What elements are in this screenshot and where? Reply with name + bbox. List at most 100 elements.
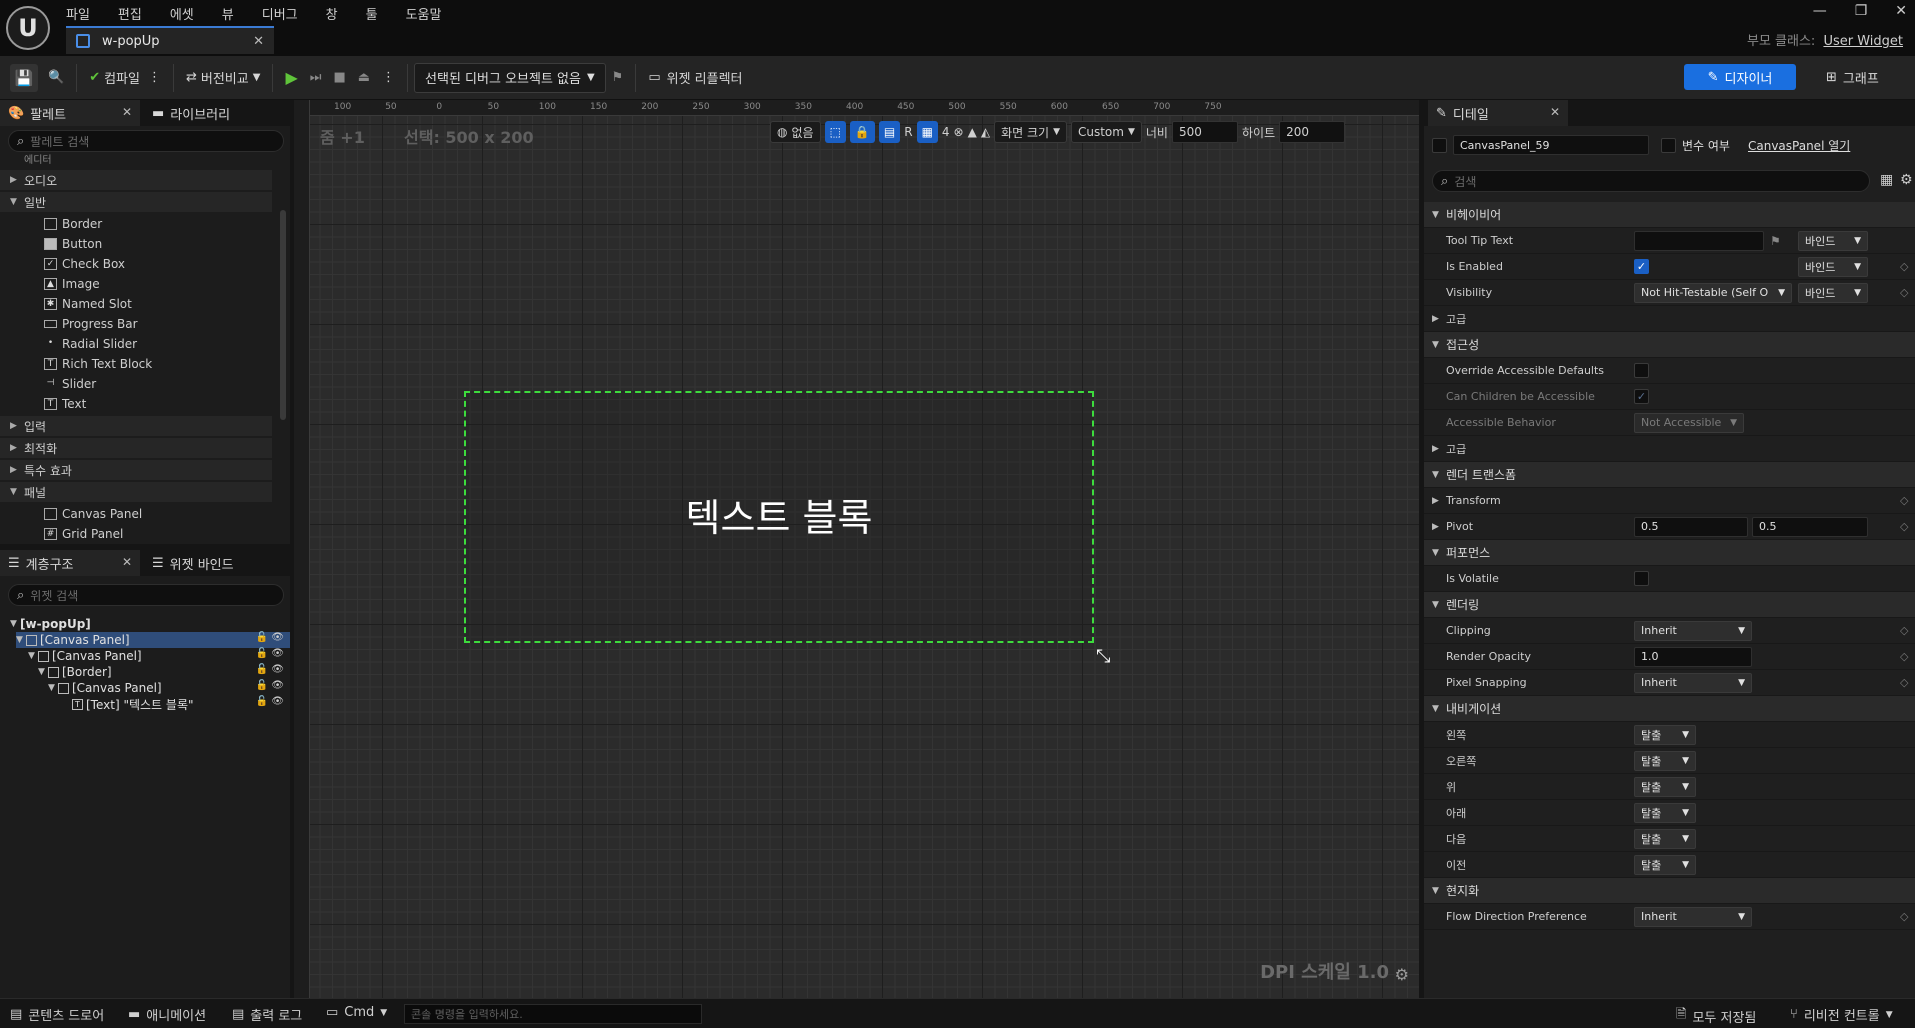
bind-dropdown[interactable]: 바인드 ▼ (1798, 256, 1868, 277)
pixel-snapping-dropdown[interactable]: Inherit ▼ (1634, 672, 1752, 693)
width-input[interactable]: 500 (1171, 121, 1238, 143)
close-icon[interactable]: ✕ (122, 105, 132, 119)
minimize-icon[interactable]: — (1813, 3, 1827, 19)
hierarchy-search-input[interactable]: ⌕ 위젯 검색 (8, 584, 284, 606)
keyframe-diamond-icon[interactable]: ◇ (1900, 624, 1908, 637)
palette-item-rich-text-block[interactable]: T Rich Text Block (44, 354, 152, 374)
restore-icon[interactable]: ❐ (1855, 3, 1868, 19)
palette-item-canvas-panel[interactable]: Canvas Panel (44, 504, 142, 524)
image-preview-icon[interactable]: ▲ (968, 121, 977, 143)
cmd-dropdown[interactable]: ▭ Cmd ▼ (326, 1005, 387, 1020)
category-common[interactable]: ▼ 일반 (0, 192, 272, 212)
tree-item-root[interactable]: ▼ [w-popUp] (10, 616, 290, 632)
is-volatile-checkbox[interactable] (1634, 571, 1649, 586)
flag-icon[interactable]: ⚑ (1770, 234, 1781, 248)
play-options-icon[interactable]: ⋮ (376, 63, 401, 93)
grid-count[interactable]: 4 (942, 121, 950, 143)
menu-asset[interactable]: 에셋 (170, 4, 194, 23)
close-tab-icon[interactable]: ✕ (253, 34, 264, 49)
diff-button[interactable]: ⇄ 버전비교 ▼ (180, 63, 266, 93)
menu-window[interactable]: 창 (326, 4, 338, 23)
widget-reflector-button[interactable]: ▭ 위젯 리플렉터 (642, 63, 748, 93)
localization-button[interactable]: ◍ 없음 (770, 121, 821, 143)
section-accessibility[interactable]: ▼ 접근성 (1424, 332, 1915, 358)
keyframe-diamond-icon[interactable]: ◇ (1900, 520, 1908, 533)
close-window-icon[interactable]: ✕ (1895, 3, 1907, 19)
menu-debug[interactable]: 디버그 (262, 4, 298, 23)
tree-item-canvas-panel[interactable]: ▼ [Canvas Panel] 🔓 👁 (28, 648, 290, 664)
menu-view[interactable]: 뷰 (222, 4, 234, 23)
gear-icon[interactable]: ⚙ (1900, 172, 1913, 188)
revision-control-button[interactable]: ⑂ 리비전 컨트롤 ▼ (1790, 1005, 1893, 1024)
palette-item-text[interactable]: T Text (44, 394, 86, 414)
keyframe-diamond-icon[interactable]: ◇ (1900, 676, 1908, 689)
category-input[interactable]: ▶ 입력 (0, 416, 272, 436)
is-variable-checkbox[interactable] (1661, 137, 1676, 153)
save-icon[interactable]: 💾 (10, 63, 38, 92)
flow-direction-dropdown[interactable]: Inherit ▼ (1634, 906, 1752, 927)
section-navigation[interactable]: ▼ 내비게이션 (1424, 696, 1915, 722)
lock-button[interactable]: 🔒 (849, 121, 875, 143)
section-performance[interactable]: ▼ 퍼포먼스 (1424, 540, 1915, 566)
flip-icon[interactable]: ◭ (981, 121, 990, 143)
more-options-icon[interactable]: ⋮ (148, 70, 161, 85)
visibility-dropdown[interactable]: Not Hit-Testable (Self O ▼ (1634, 282, 1792, 303)
transform-icon[interactable]: ⊗ (954, 121, 964, 143)
clipping-dropdown[interactable]: Inherit ▼ (1634, 620, 1752, 641)
section-render-transform[interactable]: ▼ 렌더 트랜스폼 (1424, 462, 1915, 488)
parent-class-link[interactable]: User Widget (1823, 34, 1903, 49)
menu-help[interactable]: 도움말 (406, 4, 442, 23)
designer-canvas[interactable]: 100 50 0 50 100 150 200 250 300 350 400 450 500 550 60… (294, 100, 1419, 998)
tree-item-border[interactable]: ▼ [Border] 🔓 👁 (38, 664, 290, 680)
palette-item-progress-bar[interactable]: Progress Bar (44, 314, 138, 334)
eject-icon[interactable]: ⏏ (352, 63, 376, 93)
table-view-icon[interactable]: ▦ (1880, 172, 1893, 188)
nav-right-dropdown[interactable]: 탈출 ▼ (1634, 750, 1696, 771)
tab-widget-bind[interactable]: ☰ 위젯 바인드 (144, 550, 274, 576)
lock-visibility-icons[interactable]: 🔓 👁 (256, 648, 284, 664)
bind-dropdown[interactable]: 바인드 ▼ (1798, 230, 1868, 251)
keyframe-diamond-icon[interactable]: ◇ (1900, 260, 1908, 273)
menu-file[interactable]: 파일 (66, 4, 90, 23)
palette-scrollbar[interactable] (280, 210, 286, 420)
widget-name-input[interactable]: CanvasPanel_59 (1453, 135, 1649, 155)
screen-size-dropdown[interactable]: 화면 크기 ▼ (994, 121, 1067, 143)
palette-item-grid-panel[interactable]: # Grid Panel (44, 524, 123, 544)
lock-visibility-icons[interactable]: 🔓 👁 (256, 680, 284, 696)
section-behavior[interactable]: ▼ 비헤이비어 (1424, 202, 1915, 228)
pivot-x-input[interactable]: 0.5 (1634, 516, 1748, 537)
palette-item-button[interactable]: Button (44, 234, 102, 254)
tree-item-canvas-panel-selected[interactable]: ▼ [Canvas Panel] 🔓 👁 (16, 632, 290, 648)
respect-locks-button[interactable]: R (904, 121, 912, 143)
save-all-button[interactable]: 🗎 모두 저장됨 (1676, 1005, 1756, 1027)
palette-item-border[interactable]: Border (44, 214, 102, 234)
bind-dropdown[interactable]: 바인드 ▼ (1798, 282, 1868, 303)
keyframe-diamond-icon[interactable]: ◇ (1900, 650, 1908, 663)
nav-left-dropdown[interactable]: 탈출 ▼ (1634, 724, 1696, 745)
stop-icon[interactable]: ■ (327, 63, 351, 93)
nav-up-dropdown[interactable]: 탈출 ▼ (1634, 776, 1696, 797)
grid-snap-button[interactable]: ▦ (916, 121, 938, 143)
content-drawer-button[interactable]: ▤ 콘텐츠 드로어 (10, 1005, 104, 1024)
nav-next-dropdown[interactable]: 탈출 ▼ (1634, 828, 1696, 849)
selected-widget-outline[interactable]: 텍스트 블록 (464, 391, 1094, 643)
tooltip-input[interactable] (1634, 230, 1764, 251)
keyframe-diamond-icon[interactable]: ◇ (1900, 494, 1908, 507)
debug-object-select[interactable]: 선택된 디버그 오브젝트 없음 ▼ (414, 62, 606, 93)
pivot-y-input[interactable]: 0.5 (1752, 516, 1868, 537)
designer-button[interactable]: ✎ 디자이너 (1684, 64, 1796, 90)
unreal-logo[interactable]: U (6, 6, 50, 50)
category-optimization[interactable]: ▶ 최적화 (0, 438, 272, 458)
menu-edit[interactable]: 편집 (118, 4, 142, 23)
close-icon[interactable]: ✕ (122, 555, 132, 569)
graph-button[interactable]: ⊞ 그래프 (1826, 64, 1879, 90)
select-mode-button[interactable]: ⬚ (824, 121, 846, 143)
section-localization[interactable]: ▼ 현지화 (1424, 878, 1915, 904)
lock-visibility-icons[interactable]: 🔓 👁 (256, 696, 284, 712)
palette-item-image[interactable]: ▲ Image (44, 274, 100, 294)
keyframe-diamond-icon[interactable]: ◇ (1900, 910, 1908, 923)
row-advanced-behavior[interactable]: ▶ 고급 (1424, 306, 1915, 332)
compile-button[interactable]: ✔ 컴파일 ⋮ (83, 63, 167, 93)
palette-search-input[interactable]: ⌕ 팔레트 검색 (8, 130, 284, 152)
console-command-input[interactable]: 콘솔 명령을 입력하세요. (404, 1004, 702, 1024)
